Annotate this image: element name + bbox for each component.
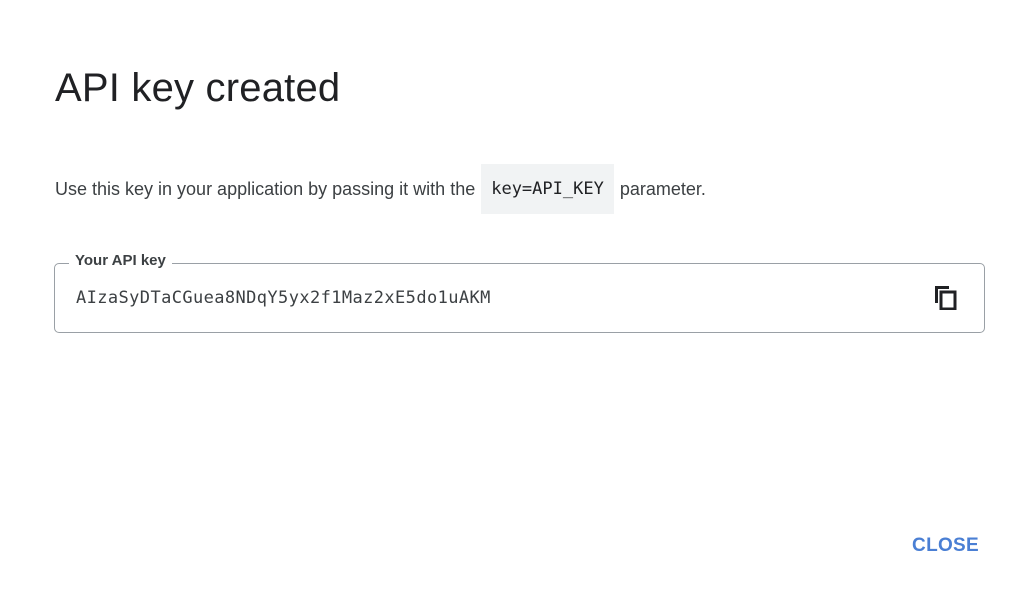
api-key-field[interactable]: Your API key AIzaSyDTaCGuea8NDqY5yx2f1Ma… — [54, 250, 985, 333]
key-parameter-code: key=API_KEY — [481, 164, 614, 214]
description-text-after: parameter. — [619, 178, 706, 199]
copy-button[interactable] — [932, 284, 960, 312]
dialog-title: API key created — [55, 66, 341, 110]
api-key-dialog: API key created Use this key in your app… — [0, 0, 1025, 612]
description-text-before: Use this key in your application by pass… — [55, 178, 476, 199]
copy-icon — [935, 286, 957, 310]
close-button[interactable]: CLOSE — [910, 528, 981, 564]
dialog-description: Use this key in your application by pass… — [55, 164, 706, 214]
api-key-value[interactable]: AIzaSyDTaCGuea8NDqY5yx2f1Maz2xE5do1uAKM — [76, 264, 491, 332]
